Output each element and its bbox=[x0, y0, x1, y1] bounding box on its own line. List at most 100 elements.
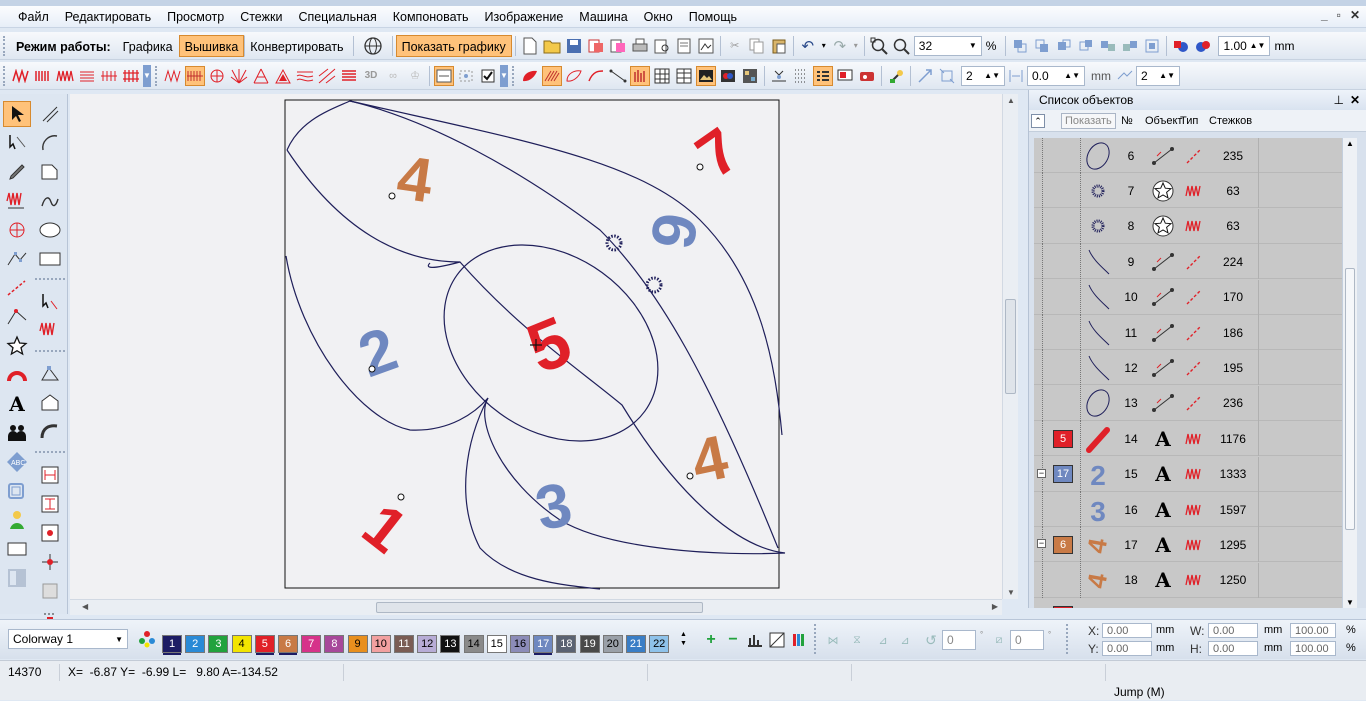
rotate-left-icon[interactable]: ⊿ bbox=[873, 630, 893, 650]
align-icon-6[interactable] bbox=[1120, 36, 1140, 56]
count-spin-2[interactable]: 2 ▲▼ bbox=[1136, 65, 1180, 86]
column-stitch-icon[interactable] bbox=[33, 66, 53, 86]
triangle-fill-icon[interactable] bbox=[273, 66, 293, 86]
select-arrow-icon[interactable] bbox=[3, 101, 31, 127]
color-swatch-12[interactable]: 12 bbox=[417, 635, 438, 653]
object-row[interactable]: 6 235 bbox=[1034, 138, 1342, 173]
3d-icon[interactable]: 3D bbox=[361, 66, 381, 86]
color-swatch-19[interactable]: 19 bbox=[579, 635, 600, 653]
zoom-dropdown-icon[interactable]: ▼ bbox=[969, 41, 977, 50]
grid-icon[interactable] bbox=[652, 66, 672, 86]
paste-icon[interactable] bbox=[769, 36, 789, 56]
x-input[interactable]: 0.00 bbox=[1102, 623, 1152, 638]
collapse-node-icon[interactable]: − bbox=[1037, 539, 1046, 549]
lines-fill-icon[interactable] bbox=[339, 66, 359, 86]
chain-icon[interactable]: ∞ bbox=[383, 66, 403, 86]
open-folder-icon[interactable] bbox=[542, 36, 562, 56]
hoop-icon-2[interactable] bbox=[36, 491, 64, 517]
list-scroll-down-icon[interactable]: ▼ bbox=[1346, 598, 1354, 607]
table-grid-icon[interactable] bbox=[674, 66, 694, 86]
freeform-icon[interactable] bbox=[36, 188, 64, 214]
rotate-angle-icon[interactable]: ↺ bbox=[921, 630, 941, 650]
list-scroll-thumb[interactable] bbox=[1345, 268, 1355, 530]
list-view-icon[interactable] bbox=[813, 65, 833, 86]
new-file-icon[interactable] bbox=[520, 36, 540, 56]
fill-pattern-icon[interactable] bbox=[185, 65, 205, 86]
object-list[interactable]: 6 235 7 63 8 63 9 224 10 170 11 186 12 195 13 236 5 14 A 11… bbox=[1034, 138, 1342, 608]
resize-icon[interactable] bbox=[937, 66, 957, 86]
collapse-node-icon[interactable]: − bbox=[1037, 468, 1046, 478]
color-swatch-1[interactable]: 1 bbox=[162, 635, 182, 653]
wizard-icon[interactable] bbox=[886, 66, 906, 86]
menu-window[interactable]: Окно bbox=[636, 6, 681, 28]
object-row[interactable]: −17 2 15 A 1333 bbox=[1034, 456, 1342, 492]
swatch-scroll-icon[interactable]: ▲ ▼ bbox=[680, 630, 687, 648]
scroll-down-icon[interactable]: ▼ bbox=[1007, 588, 1015, 597]
offset-icon[interactable] bbox=[1115, 66, 1135, 86]
color-swatch-21[interactable]: 21 bbox=[626, 635, 646, 653]
star-shape-icon[interactable] bbox=[3, 333, 31, 359]
ellipse-tool-icon[interactable] bbox=[36, 217, 64, 243]
align-icon-2[interactable] bbox=[1032, 36, 1052, 56]
rect-tool-icon[interactable] bbox=[36, 246, 64, 272]
object-row[interactable]: 7 63 bbox=[1034, 173, 1342, 209]
zoom-icon[interactable] bbox=[891, 36, 911, 56]
people-icon[interactable] bbox=[3, 420, 31, 446]
add-color-icon[interactable]: + bbox=[701, 630, 721, 650]
properties-icon[interactable] bbox=[434, 65, 454, 86]
print-icon[interactable] bbox=[630, 36, 650, 56]
color-swatch-17[interactable]: 17 bbox=[533, 635, 554, 653]
checkbox-icon[interactable] bbox=[478, 66, 498, 86]
design-canvas[interactable]: 7 4 6 2 5 4 3 1 bbox=[70, 94, 1002, 599]
stitch-tool-icon[interactable] bbox=[769, 66, 789, 86]
palette-icon[interactable] bbox=[137, 629, 157, 649]
cross-stitch-icon[interactable] bbox=[121, 66, 141, 86]
rotate-angle-input[interactable]: 0 bbox=[942, 630, 976, 650]
close-window-button[interactable]: ✕ bbox=[1350, 8, 1360, 22]
list-scroll-up-icon[interactable]: ▲ bbox=[1346, 139, 1354, 148]
align-icon-1[interactable] bbox=[1010, 36, 1030, 56]
color-swatch-11[interactable]: 11 bbox=[394, 635, 414, 653]
mosaic-icon[interactable] bbox=[740, 66, 760, 86]
menu-file[interactable]: Файл bbox=[10, 6, 57, 28]
shape-outline-icon[interactable] bbox=[36, 159, 64, 185]
pin-icon[interactable]: ⊥ bbox=[1334, 90, 1344, 110]
node-edit-icon[interactable] bbox=[3, 246, 31, 272]
fill-tool-icon[interactable] bbox=[3, 217, 31, 243]
outline-leaf-icon[interactable] bbox=[564, 66, 584, 86]
tatami-stitch-icon[interactable] bbox=[99, 66, 119, 86]
export-icon[interactable] bbox=[586, 36, 606, 56]
redo-dropdown-icon[interactable]: ▾ bbox=[852, 36, 860, 56]
save-icon[interactable] bbox=[564, 36, 584, 56]
node-shape-icon[interactable] bbox=[36, 361, 64, 387]
mode-convert-button[interactable]: Конвертировать bbox=[244, 34, 349, 57]
object-row[interactable]: 12 195 bbox=[1034, 350, 1342, 386]
menu-view[interactable]: Просмотр bbox=[159, 6, 232, 28]
document-icon[interactable] bbox=[674, 36, 694, 56]
color-swatch-9[interactable]: 9 bbox=[347, 635, 368, 653]
color-swatch-14[interactable]: 14 bbox=[463, 635, 484, 653]
color-swatch-5[interactable]: 5 bbox=[254, 635, 275, 653]
satin-tool-icon[interactable] bbox=[3, 188, 31, 214]
print-preview-icon[interactable] bbox=[652, 36, 672, 56]
align-icon-7[interactable] bbox=[1142, 36, 1162, 56]
scale-icon[interactable] bbox=[915, 66, 935, 86]
color-swatch-2[interactable]: 2 bbox=[185, 635, 206, 653]
picture-icon[interactable] bbox=[696, 65, 716, 86]
panel-close-icon[interactable]: ✕ bbox=[1350, 90, 1360, 110]
star-fill-icon[interactable] bbox=[251, 66, 271, 86]
undo-icon[interactable]: ↶ bbox=[798, 36, 818, 56]
color-swatch-16[interactable]: 16 bbox=[510, 635, 530, 653]
circular-fill-icon[interactable] bbox=[207, 66, 227, 86]
object-settings-icon[interactable] bbox=[456, 66, 476, 86]
mode-embroidery-button[interactable]: Вышивка bbox=[178, 34, 245, 57]
applique-icon[interactable] bbox=[3, 478, 31, 504]
color-picture-icon[interactable] bbox=[718, 66, 738, 86]
color-swatch-18[interactable]: 18 bbox=[556, 635, 577, 653]
mirror-v-icon[interactable]: ⧖ bbox=[847, 630, 867, 650]
show-button[interactable]: Показать bbox=[1061, 112, 1116, 129]
align-icon-5[interactable] bbox=[1098, 36, 1118, 56]
y-input[interactable]: 0.00 bbox=[1102, 641, 1152, 656]
text-tool-icon[interactable]: A bbox=[3, 391, 31, 417]
rotate-right-icon[interactable]: ⊿ bbox=[895, 630, 915, 650]
